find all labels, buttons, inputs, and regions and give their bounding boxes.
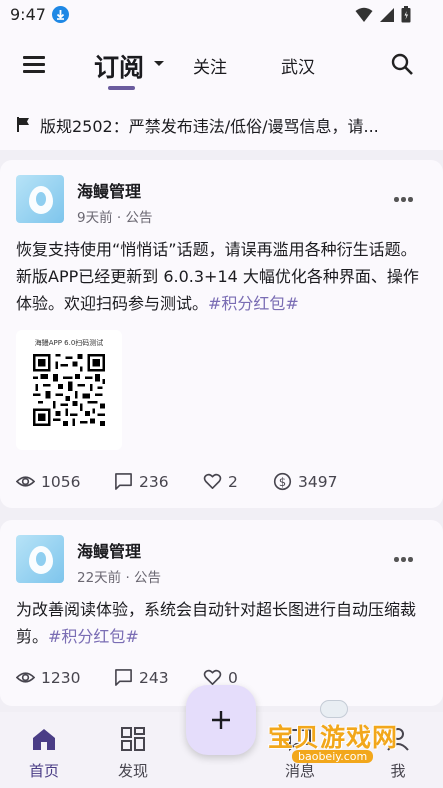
svg-text:$: $ xyxy=(279,475,286,489)
gamepad-icon xyxy=(320,700,348,718)
image-caption: 海鳗APP 6.0扫码测试 xyxy=(34,339,104,347)
avatar[interactable] xyxy=(16,535,64,583)
nav-home[interactable]: 首页 xyxy=(14,726,74,781)
tab-follow[interactable]: 关注 xyxy=(193,53,227,78)
post-card[interactable]: 海鳗管理 22天前 · 公告 为改善阅读体验，系统会自动针对超长图进行自动压缩裁… xyxy=(0,520,443,706)
tab-wuhan[interactable]: 武汉 xyxy=(281,53,315,78)
watermark-url: baobeiy.com xyxy=(292,750,374,763)
download-icon xyxy=(52,6,69,23)
comment-icon xyxy=(115,473,132,490)
author-name[interactable]: 海鳗管理 xyxy=(77,538,141,562)
post-meta: 22天前 · 公告 xyxy=(77,570,162,586)
dropdown-caret-icon[interactable] xyxy=(154,61,164,66)
post-meta: 9天前 · 公告 xyxy=(77,210,153,226)
search-icon[interactable] xyxy=(390,52,414,76)
active-tab-indicator xyxy=(108,86,135,90)
avatar[interactable] xyxy=(16,175,64,223)
comments-stat[interactable]: 243 xyxy=(114,668,169,687)
pinned-notice[interactable]: 版规2502：严禁发布违法/低俗/谩骂信息，请... xyxy=(0,98,443,150)
more-options-icon[interactable] xyxy=(394,557,414,563)
post-tag[interactable]: #积分红包# xyxy=(48,627,139,646)
plus-icon xyxy=(212,711,230,729)
post-body[interactable]: 为改善阅读体验，系统会自动针对超长图进行自动压缩裁剪。#积分红包# xyxy=(16,596,428,650)
comments-count: 243 xyxy=(139,668,169,687)
compose-fab-button[interactable] xyxy=(186,685,256,755)
status-time: 9:47 xyxy=(10,5,46,24)
eye-icon xyxy=(16,672,35,683)
views-stat: 1056 xyxy=(16,472,80,491)
status-bar: 9:47 xyxy=(0,0,443,30)
nav-discover[interactable]: 发现 xyxy=(103,726,163,781)
nav-label-discover: 发现 xyxy=(117,762,148,780)
menu-icon[interactable] xyxy=(22,52,46,76)
wifi-icon xyxy=(355,7,373,22)
home-icon xyxy=(33,729,55,750)
post-image[interactable]: 海鳗APP 6.0扫码测试 xyxy=(16,330,122,450)
eye-icon xyxy=(16,476,35,487)
nav-label-home: 首页 xyxy=(28,762,59,780)
coins-stat[interactable]: $ 3497 xyxy=(273,472,337,491)
views-count: 1230 xyxy=(41,668,81,687)
views-stat: 1230 xyxy=(16,668,80,687)
tab-subscribe[interactable]: 订阅 xyxy=(94,48,144,84)
post-body[interactable]: 恢复支持使用“悄悄话”话题，请误再滥用各种衍生话题。新版APP已经更新到 6.0… xyxy=(16,236,428,317)
comments-count: 236 xyxy=(139,472,169,491)
discover-icon xyxy=(121,727,145,751)
coin-icon: $ xyxy=(273,472,292,491)
more-options-icon[interactable] xyxy=(394,197,414,203)
likes-count: 2 xyxy=(228,472,238,491)
heart-icon xyxy=(203,473,222,489)
signal-icon xyxy=(380,7,394,22)
watermark: 宝贝游戏网 baobeiy.com xyxy=(268,700,418,772)
flag-icon xyxy=(17,117,29,132)
post-card[interactable]: 海鳗管理 9天前 · 公告 恢复支持使用“悄悄话”话题，请误再滥用各种衍生话题。… xyxy=(0,160,443,508)
post-tag[interactable]: #积分红包# xyxy=(208,294,299,313)
likes-count: 0 xyxy=(228,668,238,687)
likes-stat[interactable]: 2 xyxy=(203,472,238,491)
battery-icon xyxy=(401,6,411,23)
qr-code-image xyxy=(33,354,105,426)
notice-text: 版规2502：严禁发布违法/低俗/谩骂信息，请... xyxy=(40,117,379,136)
coins-count: 3497 xyxy=(298,472,338,491)
top-app-bar: 订阅 关注 武汉 xyxy=(0,30,443,98)
comments-stat[interactable]: 236 xyxy=(114,472,169,491)
author-name[interactable]: 海鳗管理 xyxy=(77,178,141,202)
views-count: 1056 xyxy=(41,472,81,491)
comment-icon xyxy=(115,669,132,686)
watermark-text: 宝贝游戏网 xyxy=(268,723,399,752)
